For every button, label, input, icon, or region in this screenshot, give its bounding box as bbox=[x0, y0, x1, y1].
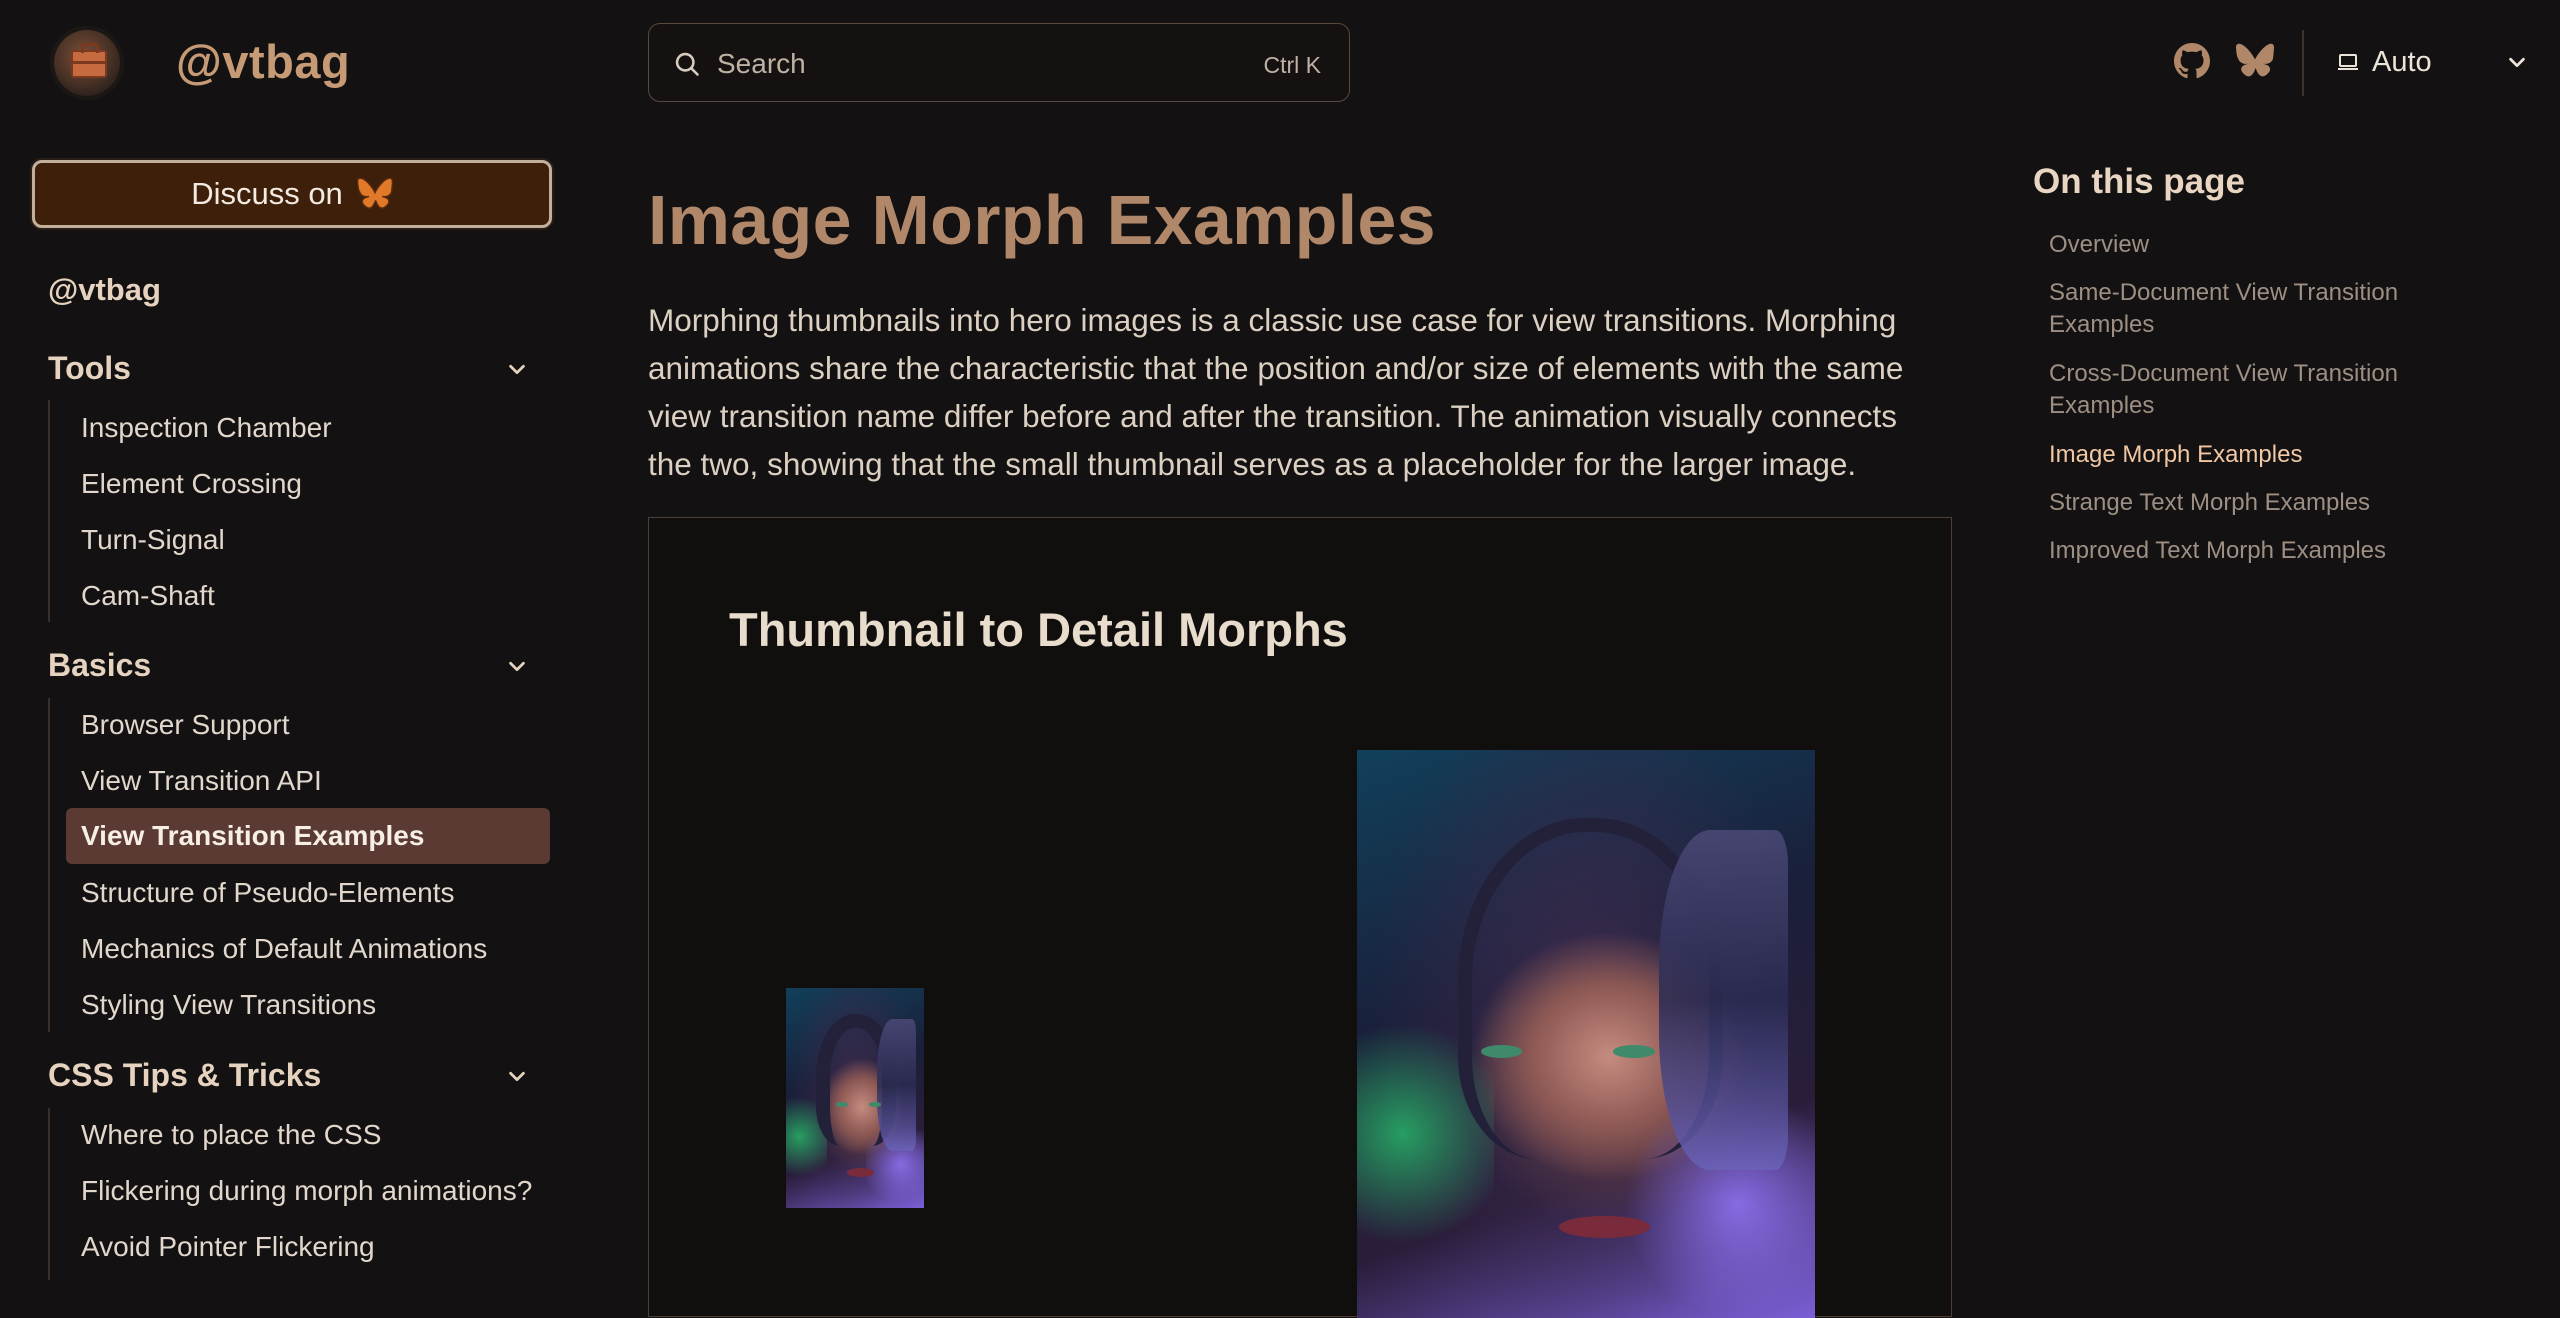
sidebar-group-line bbox=[48, 400, 50, 622]
butterfly-icon bbox=[356, 178, 393, 209]
thumbnail-image[interactable] bbox=[786, 988, 924, 1208]
briefcase-icon bbox=[71, 43, 107, 78]
discuss-label: Discuss on bbox=[191, 176, 343, 211]
sidebar-group-label: Tools bbox=[48, 350, 131, 386]
intro-paragraph: Morphing thumbnails into hero images is … bbox=[648, 302, 1904, 482]
sidebar-top-link[interactable]: @vtbag bbox=[48, 272, 161, 308]
github-icon[interactable] bbox=[2174, 43, 2210, 79]
site-logo[interactable] bbox=[50, 26, 124, 100]
toc-item-current[interactable]: Image Morph Examples bbox=[2049, 439, 2469, 471]
chevron-down-icon bbox=[509, 661, 525, 672]
sidebar-item-active[interactable]: View Transition Examples bbox=[66, 808, 550, 864]
bluesky-icon[interactable] bbox=[2236, 43, 2274, 79]
sidebar-group-line bbox=[48, 698, 50, 1032]
theme-label: Auto bbox=[2372, 45, 2432, 78]
site-title[interactable]: @vtbag bbox=[176, 34, 350, 89]
toc-title: On this page bbox=[2033, 162, 2245, 201]
header-divider bbox=[2302, 30, 2304, 96]
sidebar-group-tools[interactable]: Tools bbox=[48, 350, 528, 390]
search-icon bbox=[675, 52, 699, 76]
sidebar-group-label: Basics bbox=[48, 647, 152, 683]
search-placeholder: Search bbox=[717, 48, 806, 79]
toc-item[interactable]: Cross-Document View Transition Examples bbox=[2049, 358, 2469, 422]
sidebar-item[interactable]: View Transition API bbox=[66, 755, 550, 807]
page-title: Image Morph Examples bbox=[648, 181, 1436, 259]
sidebar-group-label: CSS Tips & Tricks bbox=[48, 1057, 322, 1093]
sidebar-group-basics[interactable]: Basics bbox=[48, 647, 528, 687]
toc-item[interactable]: Improved Text Morph Examples bbox=[2049, 535, 2469, 567]
sidebar-group-css-tips[interactable]: CSS Tips & Tricks bbox=[48, 1057, 528, 1097]
sidebar-item[interactable]: Turn-Signal bbox=[66, 514, 550, 566]
sidebar-item[interactable]: Cam-Shaft bbox=[66, 570, 550, 622]
theme-select[interactable]: Auto bbox=[2336, 42, 2528, 82]
sidebar-item[interactable]: Where to place the CSS bbox=[66, 1109, 550, 1161]
discuss-button[interactable]: Discuss on bbox=[32, 160, 552, 228]
sidebar-item[interactable]: Mechanics of Default Animations bbox=[66, 923, 550, 975]
sidebar-item[interactable]: Styling View Transitions bbox=[66, 979, 550, 1031]
sidebar-group-line bbox=[48, 1108, 50, 1280]
sidebar-item[interactable]: Avoid Pointer Flickering bbox=[66, 1221, 550, 1273]
sidebar-item[interactable]: Inspection Chamber bbox=[66, 402, 550, 454]
detail-image[interactable] bbox=[1357, 750, 1815, 1318]
sidebar-item[interactable]: Element Crossing bbox=[66, 458, 550, 510]
toc-item[interactable]: Same-Document View Transition Examples bbox=[2049, 277, 2469, 341]
laptop-icon bbox=[2338, 54, 2358, 70]
chevron-down-icon bbox=[2508, 57, 2525, 68]
toc-item[interactable]: Overview bbox=[2049, 229, 2469, 261]
toc-item[interactable]: Strange Text Morph Examples bbox=[2049, 487, 2469, 519]
sidebar-item[interactable]: Flickering during morph animations? bbox=[66, 1165, 550, 1217]
chevron-down-icon bbox=[509, 1071, 525, 1082]
chevron-down-icon bbox=[509, 364, 525, 375]
sidebar-item[interactable]: Browser Support bbox=[66, 699, 550, 751]
example-title: Thumbnail to Detail Morphs bbox=[729, 603, 1348, 656]
search-button[interactable]: Search Ctrl K bbox=[648, 23, 1350, 102]
example-container: Thumbnail to Detail Morphs bbox=[648, 517, 1952, 1318]
sidebar-item[interactable]: Structure of Pseudo-Elements bbox=[66, 867, 550, 919]
search-shortcut: Ctrl K bbox=[1263, 52, 1322, 78]
